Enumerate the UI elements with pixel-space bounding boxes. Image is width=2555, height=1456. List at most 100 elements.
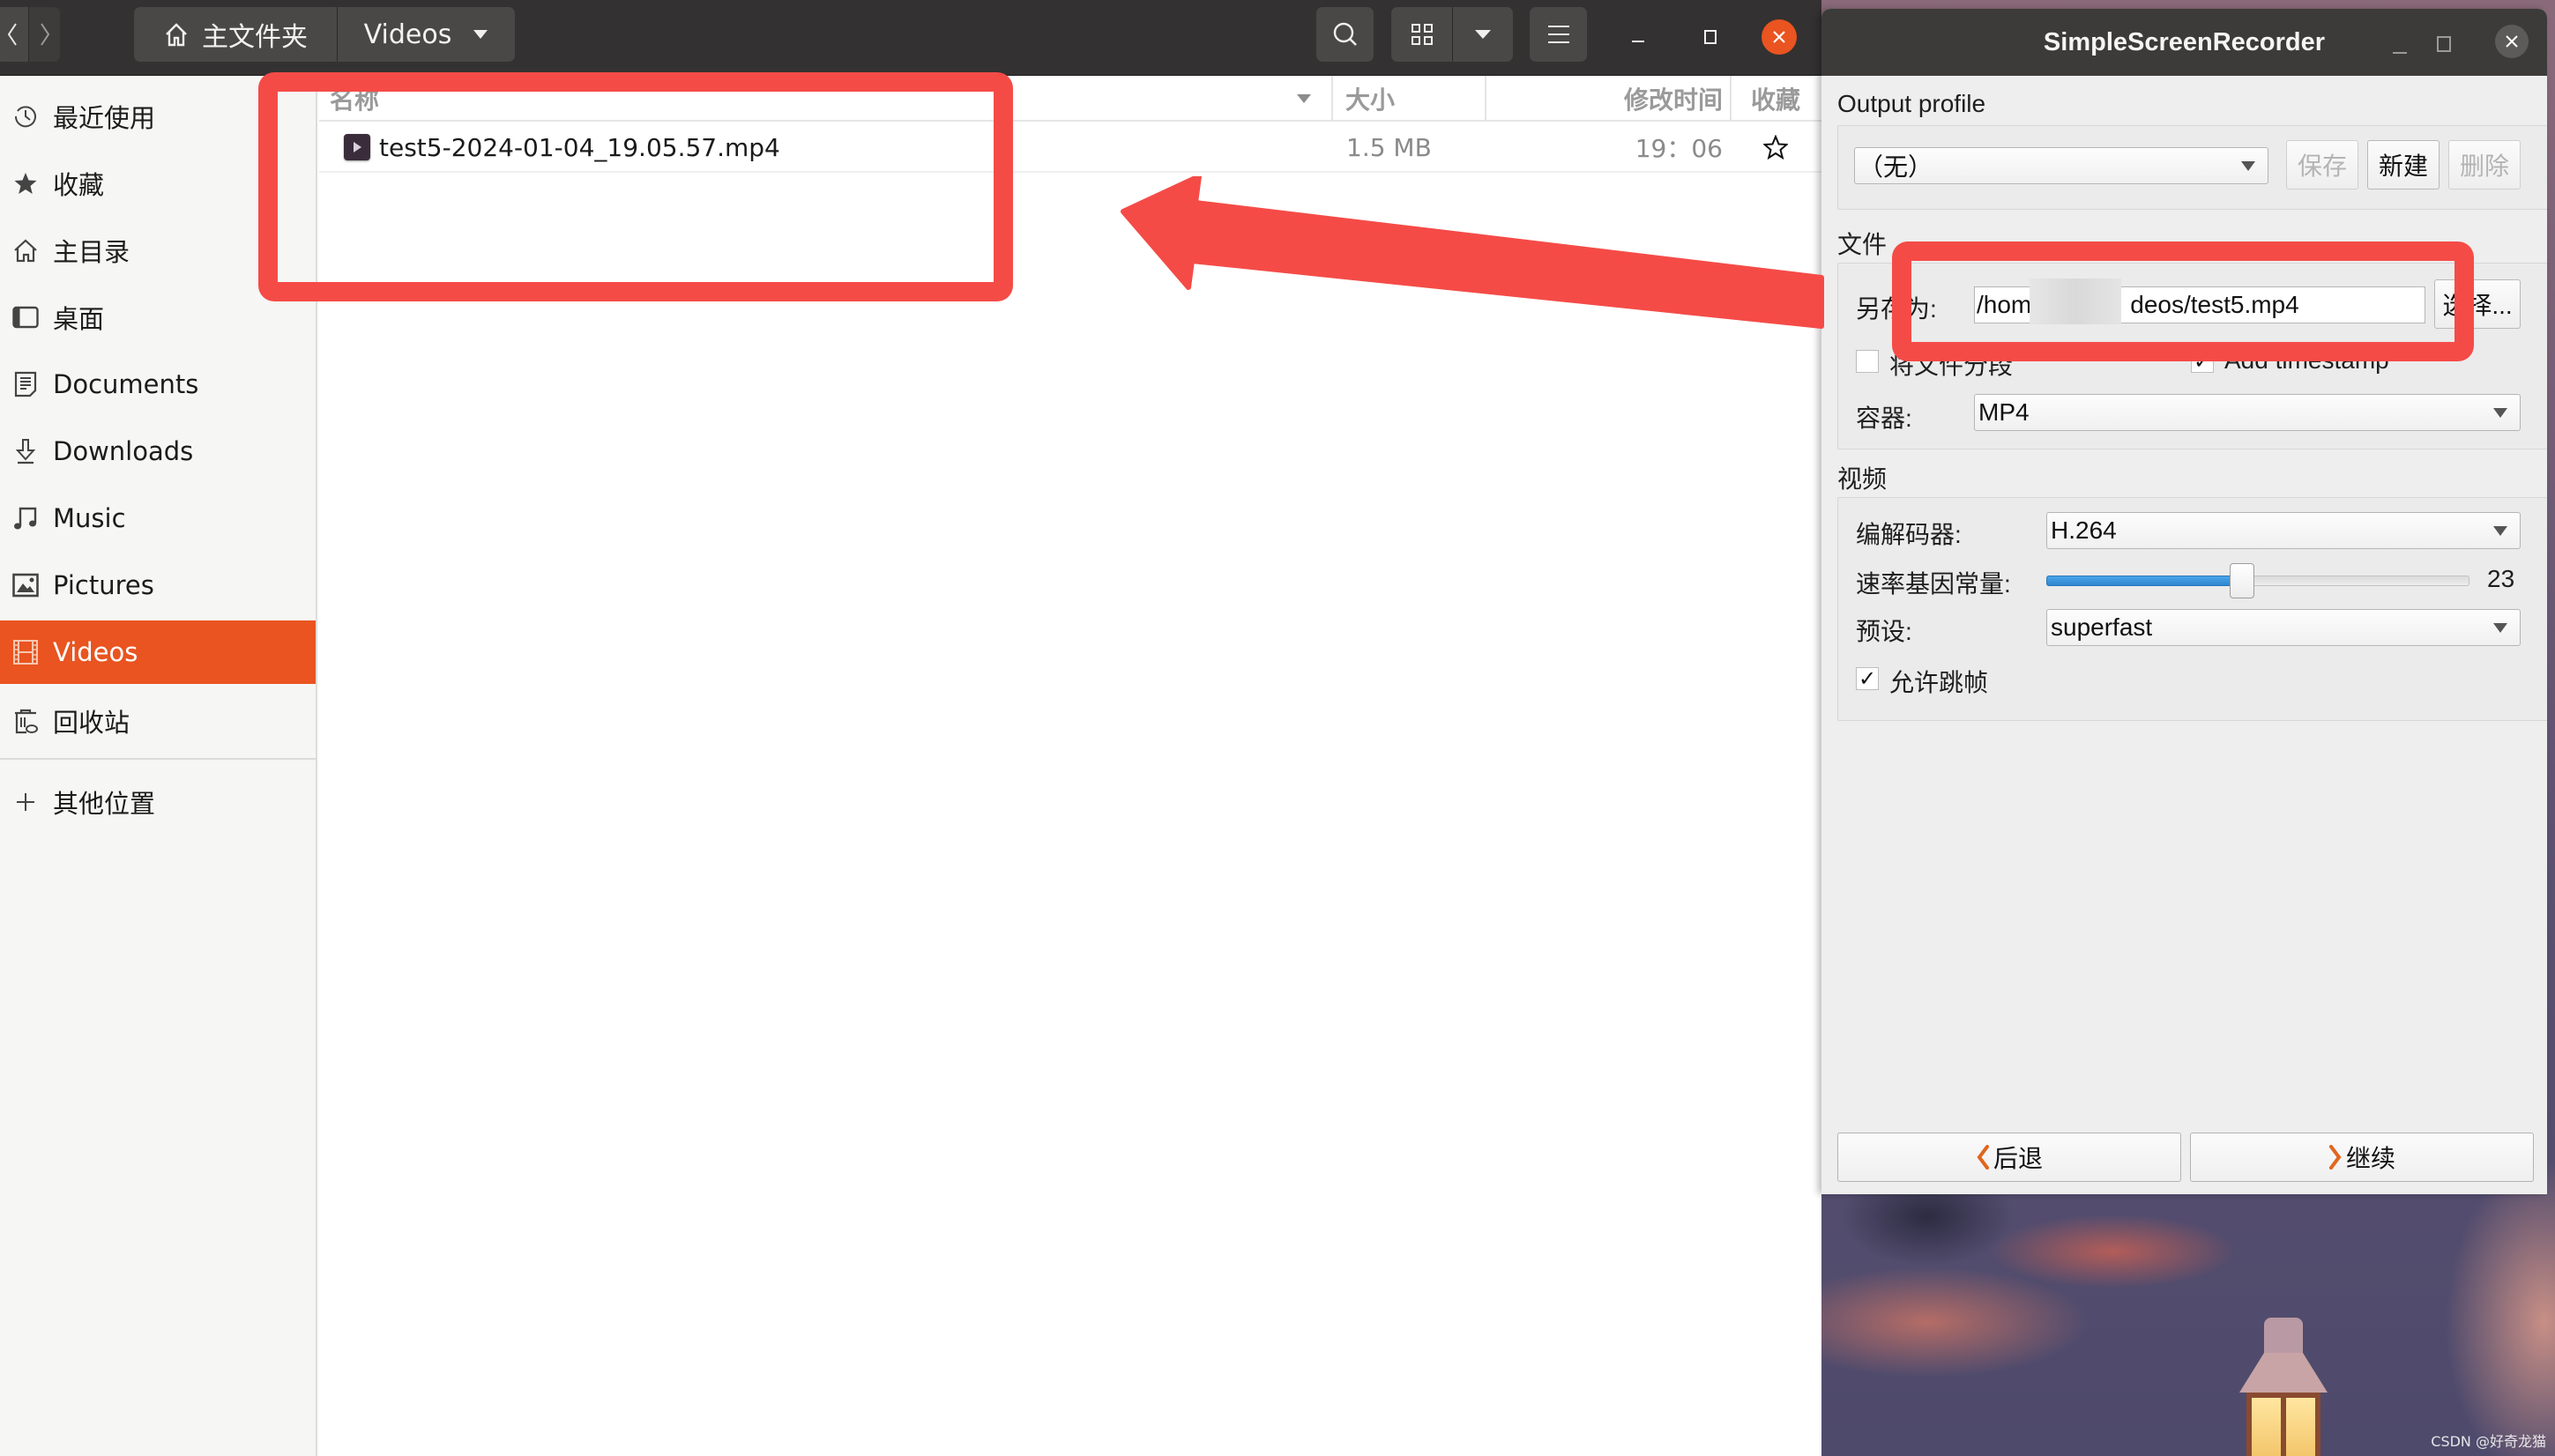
home-icon bbox=[166, 23, 187, 47]
ssr-minimize-button[interactable] bbox=[2384, 30, 2416, 62]
sidebar-item-label: 回收站 bbox=[53, 708, 130, 738]
ssr-close-button[interactable] bbox=[2495, 25, 2529, 58]
back-button[interactable] bbox=[0, 7, 28, 62]
path-home-label: 主文件夹 bbox=[202, 22, 308, 53]
search-button[interactable] bbox=[1316, 7, 1374, 62]
film-icon bbox=[12, 639, 39, 665]
ssr-window: SimpleScreenRecorder Output profile （无） … bbox=[1821, 9, 2547, 1194]
save-profile-button[interactable]: 保存 bbox=[2286, 140, 2358, 189]
profile-selected-value: （无） bbox=[1859, 153, 1933, 181]
music-icon bbox=[12, 505, 39, 531]
view-button-group bbox=[1391, 7, 1513, 62]
preset-select[interactable]: superfast bbox=[2046, 609, 2521, 646]
sidebar-item-label: 主目录 bbox=[53, 237, 130, 267]
close-icon bbox=[1773, 31, 1785, 43]
sidebar-item-pictures[interactable]: Pictures bbox=[0, 553, 316, 617]
sidebar-item-videos[interactable]: Videos bbox=[0, 620, 316, 684]
view-options-button[interactable] bbox=[1452, 7, 1513, 62]
container-label: 容器: bbox=[1856, 405, 1912, 432]
crf-value: 23 bbox=[2487, 565, 2515, 592]
sidebar-item-label: Videos bbox=[53, 637, 138, 667]
sidebar-item-music[interactable]: Music bbox=[0, 487, 316, 550]
close-icon bbox=[2506, 35, 2518, 48]
grid-view-icon bbox=[1411, 24, 1433, 45]
triangle-down-icon bbox=[1297, 94, 1311, 103]
close-button[interactable] bbox=[1762, 19, 1797, 55]
profile-select[interactable]: （无） bbox=[1854, 147, 2268, 184]
output-profile-group: （无） 保存 新建 删除 bbox=[1837, 125, 2547, 210]
grid-view-button[interactable] bbox=[1391, 7, 1452, 62]
sidebar-item-label: 其他位置 bbox=[53, 789, 156, 819]
menu-button[interactable] bbox=[1530, 7, 1587, 62]
column-header-size[interactable]: 大小 bbox=[1345, 76, 1395, 122]
search-icon bbox=[1333, 22, 1357, 46]
codec-select[interactable]: H.264 bbox=[2046, 512, 2521, 549]
dropdown-arrow-icon bbox=[2493, 623, 2507, 633]
picture-icon bbox=[12, 572, 39, 598]
path-videos-button[interactable]: Videos bbox=[337, 7, 515, 62]
dropdown-arrow-icon bbox=[2493, 526, 2507, 536]
checkmark-icon: ✓ bbox=[1858, 666, 1877, 691]
sidebar-item-label: Pictures bbox=[53, 570, 154, 600]
back-label: 后退 bbox=[1993, 1145, 2043, 1172]
sidebar-item-label: Downloads bbox=[53, 436, 194, 466]
maximize-button[interactable] bbox=[1693, 19, 1728, 55]
back-button[interactable]: 后退 bbox=[1837, 1133, 2181, 1182]
clock-icon bbox=[12, 103, 39, 130]
forward-button[interactable] bbox=[28, 7, 60, 62]
minimize-icon bbox=[1632, 41, 1644, 42]
document-icon bbox=[12, 371, 39, 397]
column-separator[interactable] bbox=[1331, 76, 1333, 122]
minimize-button[interactable] bbox=[1620, 19, 1656, 55]
container-select[interactable]: MP4 bbox=[1974, 394, 2521, 431]
column-separator[interactable] bbox=[1485, 76, 1486, 122]
sidebar-item-documents[interactable]: Documents bbox=[0, 353, 316, 416]
sidebar-item-other-locations[interactable]: 其他位置 bbox=[0, 770, 316, 834]
dropdown-arrow-icon bbox=[2493, 408, 2507, 418]
sidebar-item-label: Documents bbox=[53, 369, 199, 399]
continue-button[interactable]: 继续 bbox=[2190, 1133, 2534, 1182]
desktop-icon bbox=[12, 304, 39, 331]
nav-button-group bbox=[0, 7, 60, 62]
allow-frame-skip-checkbox[interactable]: ✓ bbox=[1856, 666, 1879, 691]
column-size-label: 大小 bbox=[1345, 85, 1396, 115]
dropdown-arrow-icon bbox=[2241, 161, 2255, 171]
home-icon bbox=[12, 237, 39, 264]
output-profile-section-title: Output profile bbox=[1837, 90, 1986, 117]
minimize-icon bbox=[2393, 52, 2407, 54]
column-starred-label: 收藏 bbox=[1750, 85, 1800, 115]
annotation-box-file bbox=[258, 72, 1013, 301]
chevron-left-icon bbox=[7, 23, 17, 46]
allow-frame-skip-label: 允许跳帧 bbox=[1889, 669, 1989, 696]
path-home-button[interactable]: 主文件夹 bbox=[134, 7, 337, 62]
hamburger-menu-icon bbox=[1547, 26, 1569, 43]
column-header-starred[interactable]: 收藏 bbox=[1740, 76, 1811, 122]
ssr-title-bar[interactable]: SimpleScreenRecorder bbox=[1821, 9, 2547, 76]
annotation-box-path bbox=[1892, 241, 2474, 361]
triangle-down-icon bbox=[473, 30, 488, 39]
delete-profile-button[interactable]: 删除 bbox=[2448, 140, 2521, 189]
video-group: 编解码器: H.264 速率基因常量: 23 预设: superfast ✓ 允… bbox=[1837, 497, 2547, 721]
crf-label: 速率基因常量: bbox=[1856, 570, 2011, 598]
continue-label: 继续 bbox=[2345, 1145, 2395, 1172]
preset-value: superfast bbox=[2051, 613, 2153, 641]
ssr-maximize-button[interactable] bbox=[2428, 28, 2460, 60]
crf-slider-handle[interactable] bbox=[2230, 563, 2254, 598]
star-icon bbox=[12, 170, 39, 197]
sidebar-item-downloads[interactable]: Downloads bbox=[0, 420, 316, 483]
star-toggle[interactable] bbox=[1740, 123, 1811, 171]
plus-icon bbox=[12, 789, 39, 815]
new-profile-button[interactable]: 新建 bbox=[2367, 140, 2440, 189]
maximize-icon bbox=[2437, 36, 2451, 52]
codec-label: 编解码器: bbox=[1856, 521, 1962, 548]
column-header-modified[interactable]: 修改时间 bbox=[1492, 76, 1723, 122]
sidebar-item-trash[interactable]: 回收站 bbox=[0, 689, 316, 753]
sidebar-separator bbox=[0, 758, 316, 760]
header-bar: 主文件夹 Videos bbox=[0, 0, 1821, 76]
column-modified-label: 修改时间 bbox=[1623, 85, 1723, 115]
crf-slider[interactable] bbox=[2046, 563, 2469, 598]
sidebar-item-label: 最近使用 bbox=[53, 103, 156, 133]
trash-icon bbox=[12, 708, 39, 734]
column-separator[interactable] bbox=[1730, 76, 1732, 122]
split-file-checkbox[interactable] bbox=[1856, 350, 1879, 373]
